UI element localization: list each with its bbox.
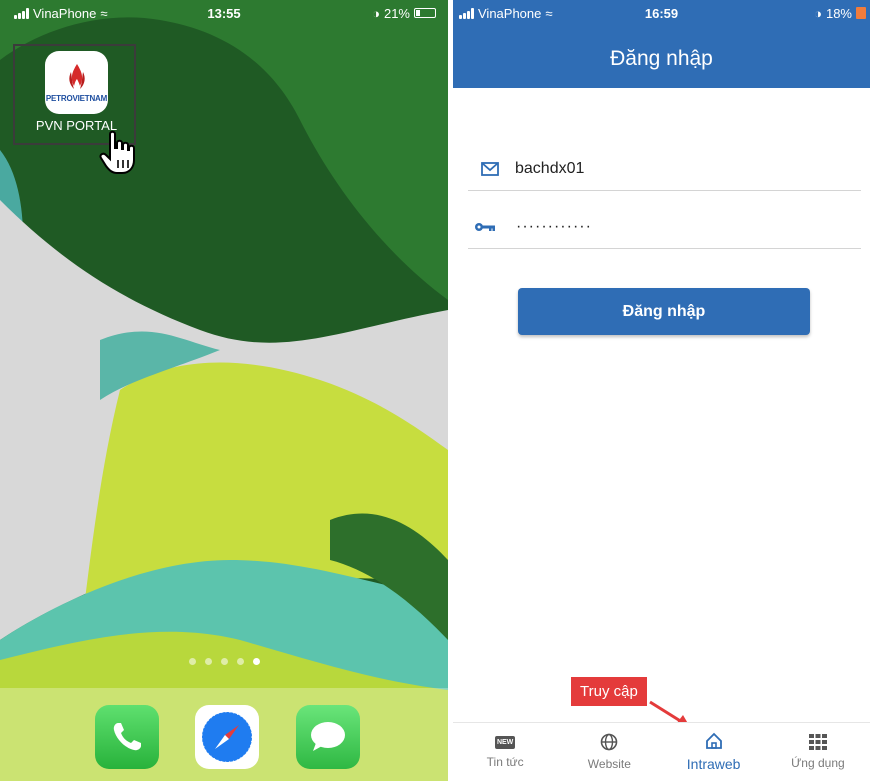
grid-apps-icon: [808, 734, 827, 750]
username-field[interactable]: bachdx01: [468, 147, 861, 191]
battery-percent: 18%: [825, 5, 852, 21]
home-screen: VinaPhone ≈ 13:55 ◑ 21% PETROVIETNAM PVN…: [0, 0, 448, 781]
tab-label: Tin tức: [486, 754, 524, 769]
app-logo-text: PETROVIETNAM: [45, 94, 108, 103]
tab-label: Ứng dụng: [791, 756, 845, 770]
status-bar: VinaPhone ≈ 13:55 ◑ 21%: [0, 0, 448, 26]
header: VinaPhone ≈ 16:59 ◑ 18% Đăng nhập: [453, 0, 870, 88]
page-dot[interactable]: [204, 658, 212, 665]
phone-icon: [113, 723, 141, 751]
home-icon: [705, 732, 722, 749]
rotation-lock-icon: ◑: [814, 5, 822, 21]
page-dot[interactable]: [236, 658, 244, 665]
page-title: Đăng nhập: [610, 47, 713, 70]
messages-app-icon[interactable]: [296, 705, 360, 769]
password-value[interactable]: ············: [516, 218, 592, 236]
login-button[interactable]: Đăng nhập: [518, 288, 810, 335]
tab-label: Website: [587, 757, 631, 771]
phone-app-icon[interactable]: [95, 705, 159, 769]
password-field[interactable]: ············: [468, 205, 861, 249]
tab-intraweb[interactable]: Intraweb: [662, 723, 766, 781]
login-screen: VinaPhone ≈ 16:59 ◑ 18% Đăng nhập bachdx…: [453, 0, 870, 781]
bottom-tab-bar: NEW Tin tức Website Intraweb Ứng dụng: [453, 722, 870, 781]
screenshot-composite: VinaPhone ≈ 13:55 ◑ 21% PETROVIETNAM PVN…: [0, 0, 870, 781]
tab-apps[interactable]: Ứng dụng: [766, 723, 870, 781]
page-dot-active[interactable]: [252, 658, 260, 665]
charging-battery-icon: [856, 7, 866, 19]
username-value[interactable]: bachdx01: [515, 160, 584, 178]
rotation-lock-icon: ◑: [372, 5, 380, 21]
pvn-portal-app-icon[interactable]: PETROVIETNAM: [45, 51, 108, 114]
globe-icon: [601, 733, 618, 751]
clock: 16:59: [644, 5, 679, 21]
tab-website[interactable]: Website: [557, 723, 661, 781]
page-dot[interactable]: [188, 658, 196, 665]
page-indicator[interactable]: [0, 658, 448, 665]
hand-cursor-icon: [99, 130, 135, 174]
battery-percent: 21%: [383, 5, 410, 21]
tab-label: Intraweb: [686, 756, 741, 772]
mail-icon: [468, 161, 502, 176]
page-dot[interactable]: [220, 658, 228, 665]
status-bar: VinaPhone ≈ 16:59 ◑ 18%: [453, 0, 870, 26]
safari-icon: [201, 711, 253, 763]
access-tooltip: Truy cập: [571, 677, 647, 706]
messages-icon: [311, 722, 345, 751]
tab-news[interactable]: NEW Tin tức: [453, 723, 557, 781]
key-icon: [468, 221, 502, 233]
news-icon: NEW: [494, 735, 516, 749]
battery-icon: [414, 8, 436, 18]
petrovietnam-flame-icon: [68, 64, 85, 89]
safari-app-icon[interactable]: [195, 705, 259, 769]
